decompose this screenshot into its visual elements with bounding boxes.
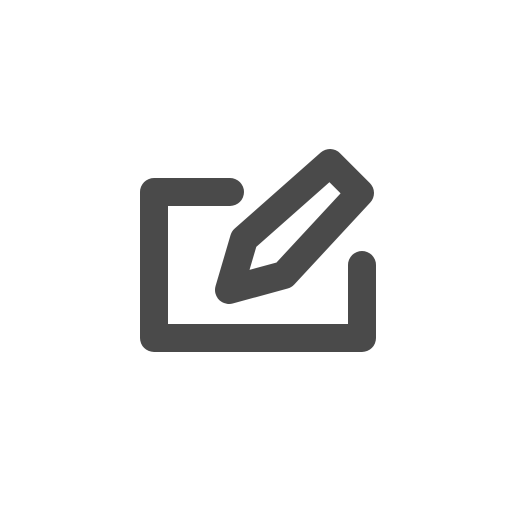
edit-icon (140, 149, 376, 352)
pencil-icon (215, 149, 374, 304)
icon-canvas (0, 0, 512, 512)
